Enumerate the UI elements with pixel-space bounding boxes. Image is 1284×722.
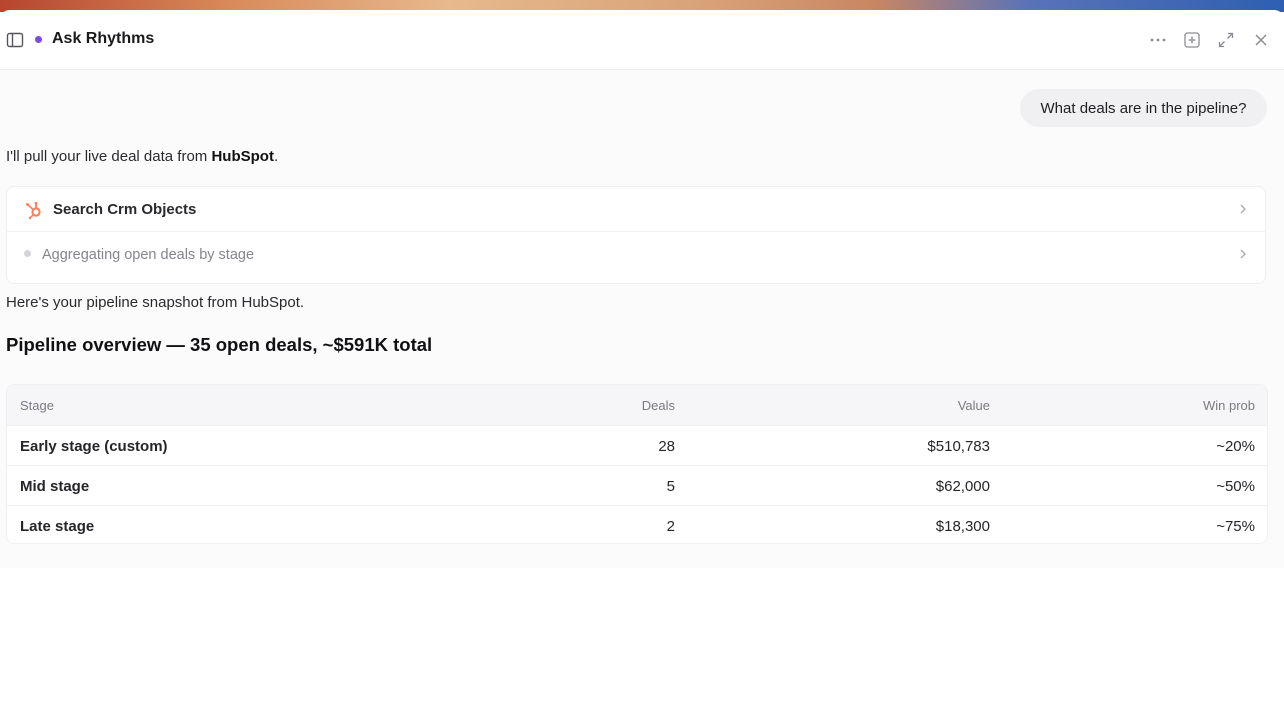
table-header-row: Stage Deals Value Win prob [7,385,1267,425]
tool-call-label: Search Crm Objects [53,200,197,218]
close-icon[interactable] [1252,31,1270,49]
tool-call-row[interactable]: Search Crm Objects [7,187,1265,232]
cell-win-prob: ~50% [1216,477,1255,495]
step-row[interactable]: Aggregating open deals by stage [7,232,1265,277]
cell-win-prob: ~75% [1216,517,1255,535]
cell-value: $510,783 [927,437,990,455]
cell-value: $62,000 [935,477,990,495]
status-dot [35,36,42,43]
step-label: Aggregating open deals by stage [42,246,255,263]
assistant-intro-suffix: . [273,148,279,165]
assistant-intro-prefix: I'll pull your live deal data from [6,148,212,165]
new-chat-icon[interactable] [1183,31,1201,49]
cell-value: $18,300 [935,517,990,535]
chat-panel: Ask Rhythms What deals are in the pipeli… [0,10,1284,568]
cell-deals: 5 [666,477,675,495]
column-header-deals: Deals [641,397,675,413]
pipeline-heading: Pipeline overview — 35 open deals, ~$591… [6,334,433,355]
hubspot-icon [24,200,44,220]
column-header-value: Value [957,397,990,413]
chevron-right-icon[interactable] [1235,201,1251,217]
assistant-summary: Here's your pipeline snapshot from HubSp… [6,294,305,311]
table-row: Early stage (custom) 28 $510,783 ~20% [7,425,1267,465]
step-status-dot [24,250,31,257]
expand-icon[interactable] [1217,31,1235,49]
table-row: Late stage 2 $18,300 ~75% [7,505,1267,543]
user-message-text: What deals are in the pipeline? [1040,99,1247,117]
page-title: Ask Rhythms [52,30,155,47]
cell-win-prob: ~20% [1216,437,1255,455]
assistant-intro: I'll pull your live deal data from HubSp… [6,148,278,165]
sidebar-toggle-icon[interactable] [6,31,24,49]
chevron-right-icon[interactable] [1235,246,1251,262]
cell-stage: Early stage (custom) [20,437,168,455]
cell-deals: 2 [666,517,675,535]
pipeline-table: Stage Deals Value Win prob Early stage (… [6,384,1268,544]
user-message-bubble: What deals are in the pipeline? [1020,89,1267,127]
column-header-win-prob: Win prob [1202,397,1255,413]
chat-header: Ask Rhythms [0,10,1284,70]
cell-stage: Mid stage [20,477,90,495]
column-header-stage: Stage [20,397,54,413]
tool-call-card: Search Crm Objects Aggregating open deal… [6,186,1266,284]
more-icon[interactable] [1148,31,1168,49]
cell-deals: 28 [658,437,675,455]
cell-stage: Late stage [20,517,95,535]
table-row: Mid stage 5 $62,000 ~50% [7,465,1267,505]
assistant-intro-brand: HubSpot [211,148,274,165]
